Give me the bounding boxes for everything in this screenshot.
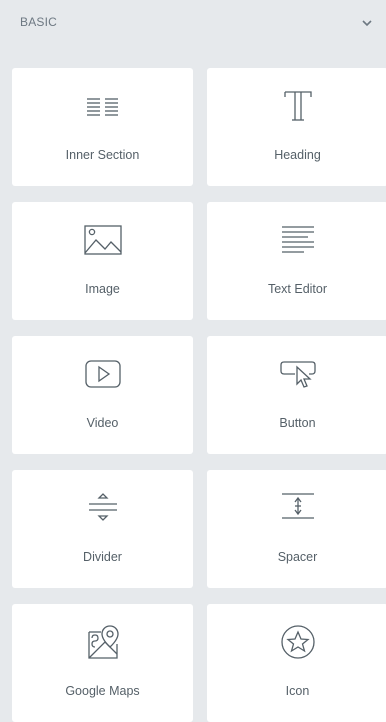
widget-spacer[interactable]: Spacer: [207, 470, 386, 588]
spacer-icon: [274, 486, 322, 530]
divider-icon: [79, 486, 127, 530]
widget-label: Spacer: [277, 550, 318, 564]
widget-label: Google Maps: [65, 684, 140, 698]
widget-grid: Inner Section Heading Image Text Editor …: [12, 68, 386, 722]
widget-label: Heading: [274, 148, 321, 162]
widget-image[interactable]: Image: [12, 202, 193, 320]
widget-video[interactable]: Video: [12, 336, 193, 454]
button-icon: [274, 352, 322, 396]
google-maps-icon: [79, 620, 127, 664]
icon-widget-icon: [274, 620, 322, 664]
widget-icon[interactable]: Icon: [207, 604, 386, 722]
widget-button[interactable]: Button: [207, 336, 386, 454]
widget-text-editor[interactable]: Text Editor: [207, 202, 386, 320]
widget-label: Button: [279, 416, 316, 430]
widget-label: Video: [86, 416, 119, 430]
video-icon: [79, 352, 127, 396]
widget-divider[interactable]: Divider: [12, 470, 193, 588]
widget-label: Divider: [83, 550, 122, 564]
text-editor-icon: [274, 218, 322, 262]
heading-icon: [274, 84, 322, 128]
widget-label: Inner Section: [65, 148, 140, 162]
widget-google-maps[interactable]: Google Maps: [12, 604, 193, 722]
chevron-down-icon[interactable]: [360, 16, 374, 30]
image-icon: [79, 218, 127, 262]
widget-heading[interactable]: Heading: [207, 68, 386, 186]
widget-inner-section[interactable]: Inner Section: [12, 68, 193, 186]
section-header-basic[interactable]: BASIC: [0, 0, 386, 50]
widget-label: Icon: [285, 684, 310, 698]
inner-section-icon: [79, 84, 127, 128]
widget-label: Text Editor: [267, 282, 328, 296]
section-title: BASIC: [20, 15, 58, 29]
widget-label: Image: [85, 282, 120, 296]
